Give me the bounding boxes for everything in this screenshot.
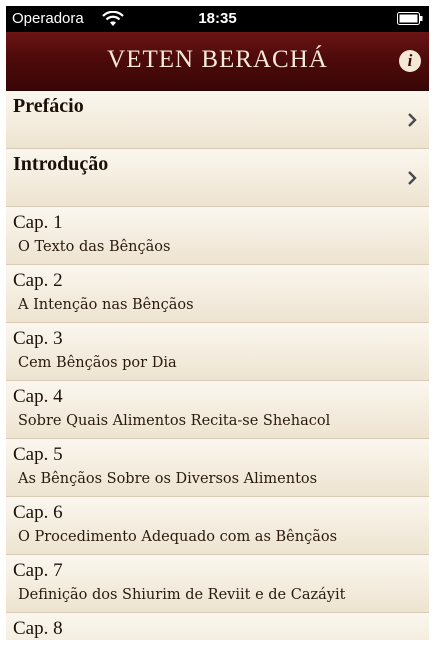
list-item-cap-1[interactable]: Cap. 1 O Texto das Bênçãos: [6, 207, 429, 265]
chapter-number: Cap. 4: [13, 386, 63, 407]
status-bar: Operadora 18:35: [6, 6, 429, 32]
list-item-cap-5[interactable]: Cap. 5 As Bênçãos Sobre os Diversos Alim…: [6, 439, 429, 497]
list-item-cap-2[interactable]: Cap. 2 A Intenção nas Bênçãos: [6, 265, 429, 323]
chapter-number: Cap. 2: [13, 270, 63, 291]
chapter-title: Definição dos Shiurim de Reviit e de Caz…: [18, 587, 346, 603]
chapter-title: A Intenção nas Bênçãos: [18, 297, 194, 313]
chapter-title: O Procedimento Adequado com as Bênçãos: [18, 529, 338, 545]
chapter-title: O Texto das Bênçãos: [18, 239, 171, 255]
chevron-right-icon: [408, 171, 417, 185]
chapter-title: Sobre Quais Alimentos Recita-se Shehacol: [18, 413, 331, 429]
list-item-introducao[interactable]: Introdução: [6, 149, 429, 207]
chapter-number: Cap. 3: [13, 328, 63, 349]
chapter-number: Cap. 5: [13, 444, 63, 465]
list-item-label: Prefácio: [13, 95, 84, 117]
navigation-bar: VETEN BERACHÁ i: [6, 32, 429, 91]
list-item-cap-3[interactable]: Cap. 3 Cem Bênçãos por Dia: [6, 323, 429, 381]
status-time: 18:35: [198, 10, 237, 27]
chapter-number: Cap. 7: [13, 560, 63, 581]
list-item-cap-8[interactable]: Cap. 8: [6, 613, 429, 640]
chapter-number: Cap. 1: [13, 212, 63, 233]
list-item-cap-6[interactable]: Cap. 6 O Procedimento Adequado com as Bê…: [6, 497, 429, 555]
list-item-prefacio[interactable]: Prefácio: [6, 91, 429, 149]
chapter-number: Cap. 8: [13, 618, 63, 639]
chevron-right-icon: [408, 113, 417, 127]
chapter-number: Cap. 6: [13, 502, 63, 523]
chapter-title: As Bênçãos Sobre os Diversos Alimentos: [18, 471, 318, 487]
list-item-cap-4[interactable]: Cap. 4 Sobre Quais Alimentos Recita-se S…: [6, 381, 429, 439]
list-item-label: Introdução: [13, 153, 109, 175]
list-item-cap-7[interactable]: Cap. 7 Definição dos Shiurim de Reviit e…: [6, 555, 429, 613]
chapter-list: Prefácio Introdução Cap. 1 O Texto das B…: [6, 91, 429, 640]
battery-icon: [397, 12, 423, 25]
info-button[interactable]: i: [399, 50, 421, 72]
chapter-title: Cem Bênçãos por Dia: [18, 355, 177, 371]
app-title: VETEN BERACHÁ: [107, 46, 328, 73]
app-screen: Operadora 18:35 VETEN BERACHÁ i Prefácio…: [6, 6, 429, 640]
